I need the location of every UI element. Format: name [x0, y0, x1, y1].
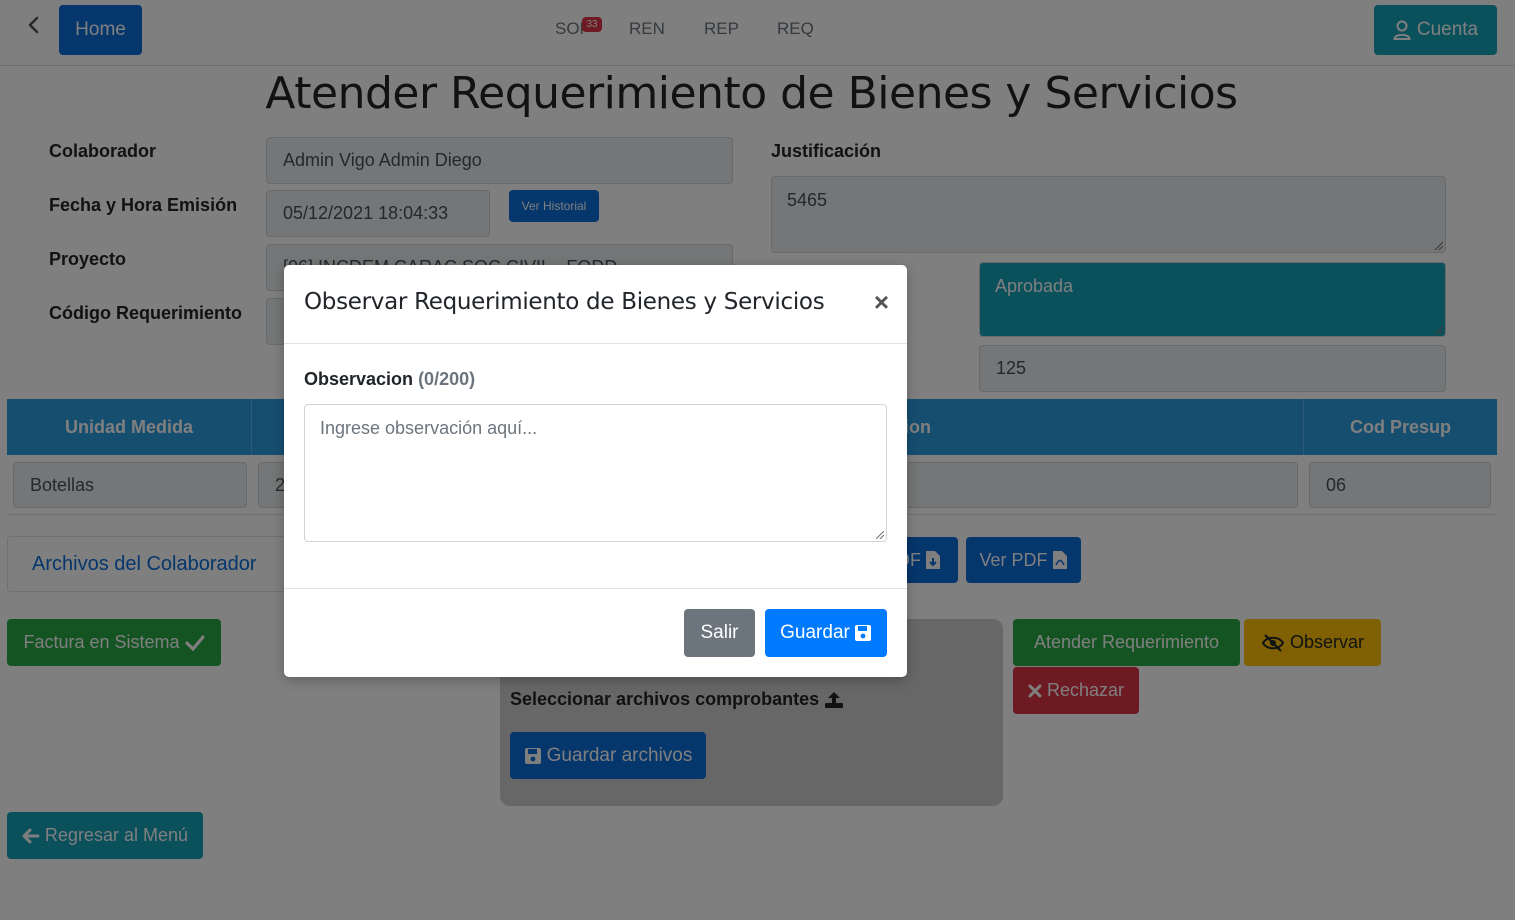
observacion-char-count: (0/200) [418, 369, 476, 389]
observacion-placeholder: Ingrese observación aquí... [320, 418, 538, 438]
salir-button[interactable]: Salir [684, 609, 755, 657]
observacion-textarea[interactable]: Ingrese observación aquí... [304, 404, 887, 542]
modal-title: Observar Requerimiento de Bienes y Servi… [304, 289, 825, 315]
guardar-button[interactable]: Guardar [765, 609, 887, 657]
modal-header: Observar Requerimiento de Bienes y Servi… [284, 265, 907, 344]
observar-modal: Observar Requerimiento de Bienes y Servi… [284, 265, 907, 677]
guardar-label: Guardar [780, 622, 850, 643]
observacion-label-text: Observacion [304, 369, 414, 389]
observacion-label: Observacion (0/200) [304, 369, 475, 390]
modal-close-button[interactable]: × [874, 287, 889, 318]
save-icon [854, 625, 871, 641]
modal-footer: Salir Guardar [284, 588, 907, 677]
resize-grip-icon[interactable] [876, 531, 884, 539]
